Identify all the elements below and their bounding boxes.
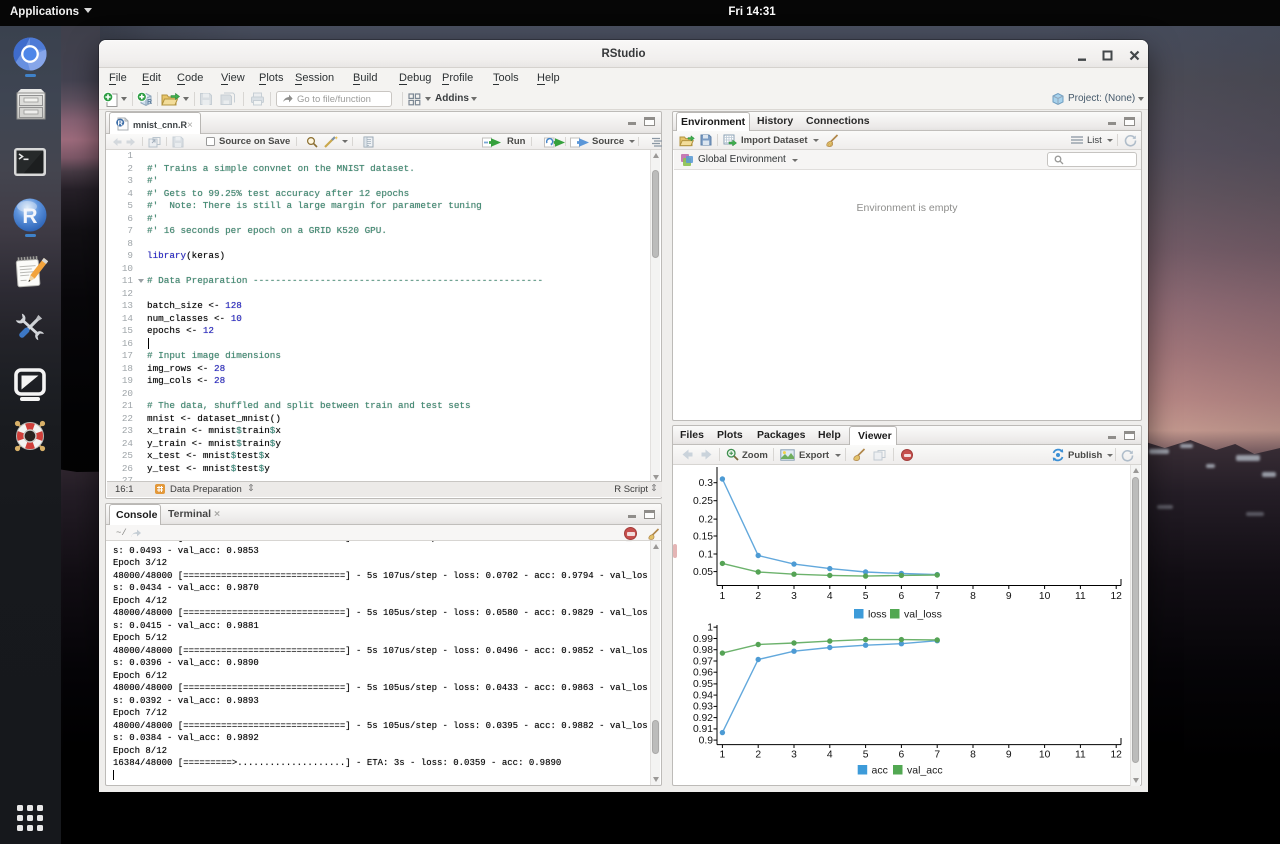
svg-text:R: R: [147, 99, 152, 106]
svg-text:1: 1: [720, 591, 726, 602]
svg-text:0.9: 0.9: [699, 735, 714, 746]
svg-text:6: 6: [899, 750, 905, 761]
svg-text:9: 9: [1006, 750, 1012, 761]
svg-text:0.95: 0.95: [693, 679, 713, 690]
svg-text:2: 2: [755, 750, 761, 761]
svg-text:loss: loss: [868, 609, 887, 621]
svg-text:0.05: 0.05: [693, 567, 713, 578]
svg-text:12: 12: [1110, 750, 1122, 761]
svg-text:6: 6: [899, 591, 905, 602]
svg-text:R: R: [117, 118, 123, 127]
svg-text:11: 11: [1075, 591, 1086, 602]
svg-text:1: 1: [720, 750, 726, 761]
svg-text:8: 8: [970, 750, 976, 761]
svg-text:0.3: 0.3: [699, 478, 714, 489]
svg-text:10: 10: [1039, 591, 1051, 602]
svg-text:7: 7: [934, 591, 940, 602]
svg-text:3: 3: [791, 750, 797, 761]
svg-text:2: 2: [755, 591, 761, 602]
svg-text:5: 5: [863, 591, 869, 602]
svg-text:7: 7: [934, 750, 940, 761]
svg-text:5: 5: [863, 750, 869, 761]
svg-text:4: 4: [827, 591, 833, 602]
svg-text:3: 3: [791, 591, 797, 602]
svg-text:12: 12: [1110, 591, 1122, 602]
svg-text:0.15: 0.15: [693, 531, 713, 542]
svg-text:0.91: 0.91: [693, 724, 713, 735]
svg-text:R: R: [22, 205, 37, 228]
svg-text:1: 1: [707, 623, 713, 634]
svg-text:0.1: 0.1: [699, 549, 714, 560]
svg-text:0.93: 0.93: [693, 702, 713, 713]
svg-text:0.2: 0.2: [699, 514, 714, 525]
svg-text:val_loss: val_loss: [904, 609, 942, 621]
svg-text:9: 9: [1006, 591, 1012, 602]
svg-text:8: 8: [970, 591, 976, 602]
svg-text:0.94: 0.94: [693, 690, 713, 701]
svg-text:0.97: 0.97: [693, 656, 713, 667]
svg-text:0.25: 0.25: [693, 496, 713, 507]
svg-text:0.92: 0.92: [693, 713, 713, 724]
svg-text:val_acc: val_acc: [907, 765, 943, 777]
svg-text:11: 11: [1075, 750, 1086, 761]
svg-text:0.99: 0.99: [693, 634, 713, 645]
svg-text:acc: acc: [872, 765, 888, 777]
svg-text:0.96: 0.96: [693, 668, 713, 679]
svg-text:4: 4: [827, 750, 833, 761]
svg-text:0.98: 0.98: [693, 645, 713, 656]
svg-text:10: 10: [1039, 750, 1051, 761]
